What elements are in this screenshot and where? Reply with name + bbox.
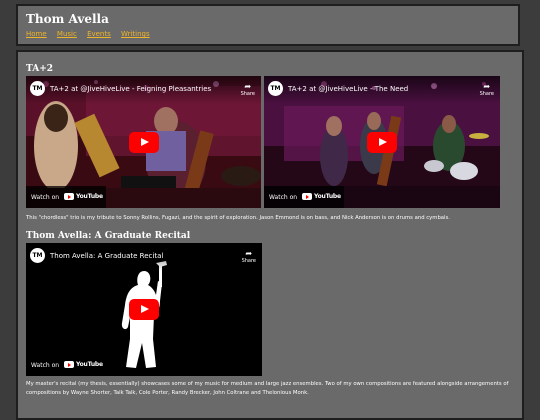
section-title-graduate-recital: Thom Avella: A Graduate Recital [26, 231, 191, 241]
video-title[interactable]: Thom Avella: A Graduate Recital [50, 252, 163, 260]
watch-on-youtube-button[interactable]: Watch on YouTube [26, 354, 106, 376]
main-nav: Home Music Events Writings [26, 30, 158, 38]
play-button[interactable] [129, 299, 159, 320]
nav-events-link[interactable]: Events [87, 30, 111, 38]
share-icon: ➦ [483, 82, 491, 91]
site-header: Thom Avella Home Music Events Writings [16, 4, 520, 46]
watch-on-label: Watch on [31, 362, 60, 369]
nav-music-link[interactable]: Music [57, 30, 77, 38]
share-label: Share [479, 91, 494, 97]
video-embed-feigning-pleasantries[interactable]: TM TA+2 at @JiveHiveLive - Feigning Plea… [26, 76, 261, 208]
youtube-wordmark: YouTube [76, 193, 103, 200]
nav-writings-link[interactable]: Writings [121, 30, 150, 38]
channel-avatar[interactable]: TM [268, 81, 283, 96]
ta2-description: This "chordless" trio is my tribute to S… [26, 215, 450, 221]
graduate-recital-description: My master's recital (my thesis, essentia… [26, 381, 509, 396]
share-icon: ➦ [245, 249, 253, 258]
watch-on-youtube-button[interactable]: Watch on YouTube [264, 186, 344, 208]
main-content: TA+2 TM TA+2 at @JiveHiveLive - Feigning… [16, 50, 524, 420]
play-button[interactable] [367, 132, 397, 153]
section-title-ta2: TA+2 [26, 64, 53, 74]
share-icon: ➦ [244, 82, 252, 91]
youtube-logo-icon [302, 193, 312, 200]
share-label: Share [240, 91, 255, 97]
video-embed-graduate-recital[interactable]: TM Thom Avella: A Graduate Recital ➦ Sha… [26, 243, 262, 376]
share-button[interactable]: ➦ Share [480, 82, 494, 97]
play-button[interactable] [129, 132, 159, 153]
video-title[interactable]: TA+2 at @JiveHiveLive - Feigning Pleasan… [50, 85, 211, 93]
watch-on-label: Watch on [269, 194, 298, 201]
share-button[interactable]: ➦ Share [241, 82, 255, 97]
share-button[interactable]: ➦ Share [242, 249, 256, 264]
channel-avatar[interactable]: TM [30, 248, 45, 263]
video-embed-the-need[interactable]: TM TA+2 at @JiveHiveLive - The Need ➦ Sh… [264, 76, 500, 208]
youtube-wordmark: YouTube [314, 193, 341, 200]
site-title: Thom Avella [26, 12, 109, 26]
watch-on-youtube-button[interactable]: Watch on YouTube [26, 186, 106, 208]
nav-home-link[interactable]: Home [26, 30, 47, 38]
youtube-wordmark: YouTube [76, 361, 103, 368]
youtube-logo-icon [64, 361, 74, 368]
channel-avatar[interactable]: TM [30, 81, 45, 96]
watch-on-label: Watch on [31, 194, 60, 201]
video-title[interactable]: TA+2 at @JiveHiveLive - The Need [288, 85, 408, 93]
share-label: Share [241, 258, 256, 264]
youtube-logo-icon [64, 193, 74, 200]
